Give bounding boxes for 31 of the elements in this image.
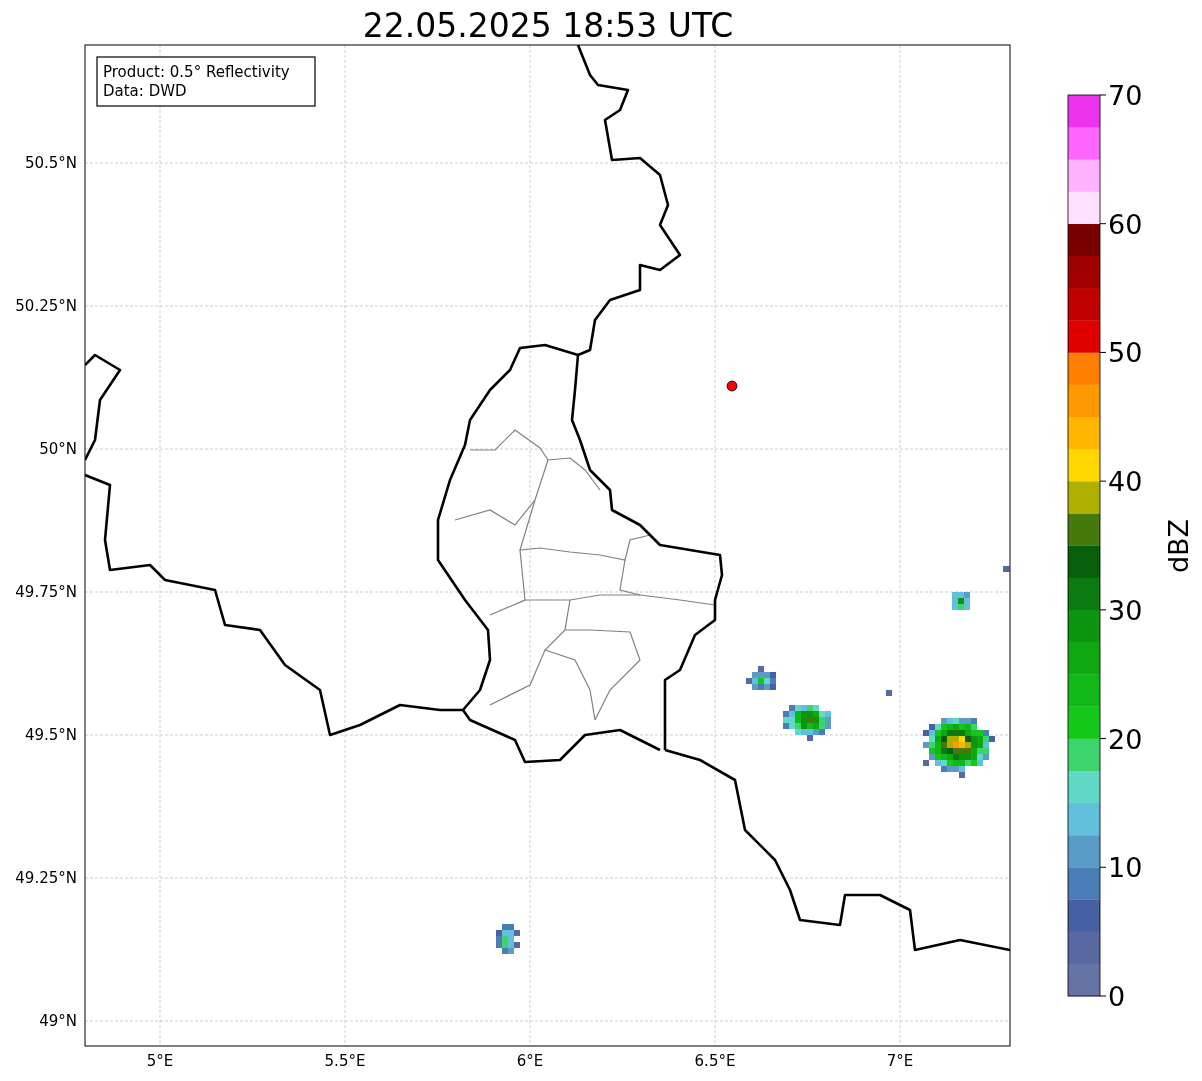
latitude-label: 50.25°N xyxy=(15,297,77,315)
radar-echo xyxy=(746,666,776,690)
latitude-label: 49.75°N xyxy=(15,583,77,601)
colorbar-label: dBZ xyxy=(1163,518,1194,574)
chart-title: 22.05.2025 18:53 UTC xyxy=(362,6,734,45)
latitude-label: 49°N xyxy=(39,1012,77,1030)
longitude-label: 5°E xyxy=(146,1052,174,1070)
colorbar-tick-label: 50 xyxy=(1108,337,1143,369)
radar-echo xyxy=(952,592,970,610)
colorbar-tick-label: 70 xyxy=(1108,80,1143,111)
longitude-label: 6°E xyxy=(516,1052,544,1070)
longitude-label: 5.5°E xyxy=(324,1052,366,1070)
colorbar-tick-label: 60 xyxy=(1108,208,1143,240)
latitude-label: 49.25°N xyxy=(15,869,77,887)
latitude-label: 50.5°N xyxy=(24,154,77,172)
latitude-label: 50°N xyxy=(39,440,77,458)
radar-echo xyxy=(1003,566,1010,572)
colorbar-tick-label: 40 xyxy=(1108,466,1143,498)
colorbar-tick-label: 0 xyxy=(1108,981,1126,1012)
radar-echo xyxy=(886,690,892,696)
latitude-label: 49.5°N xyxy=(24,726,77,744)
longitude-label: 7°E xyxy=(886,1052,914,1070)
radar-echo xyxy=(783,705,831,741)
colorbar-tick-label: 20 xyxy=(1108,723,1143,755)
longitude-label: 6.5°E xyxy=(694,1052,736,1070)
info-text: Data: DWD xyxy=(103,82,187,100)
radar-echo xyxy=(496,924,520,954)
radar-echo xyxy=(923,718,995,778)
colorbar-tick-label: 10 xyxy=(1108,852,1143,884)
colorbar-tick-label: 30 xyxy=(1108,594,1143,626)
info-text: Product: 0.5° Reflectivity xyxy=(103,63,290,81)
